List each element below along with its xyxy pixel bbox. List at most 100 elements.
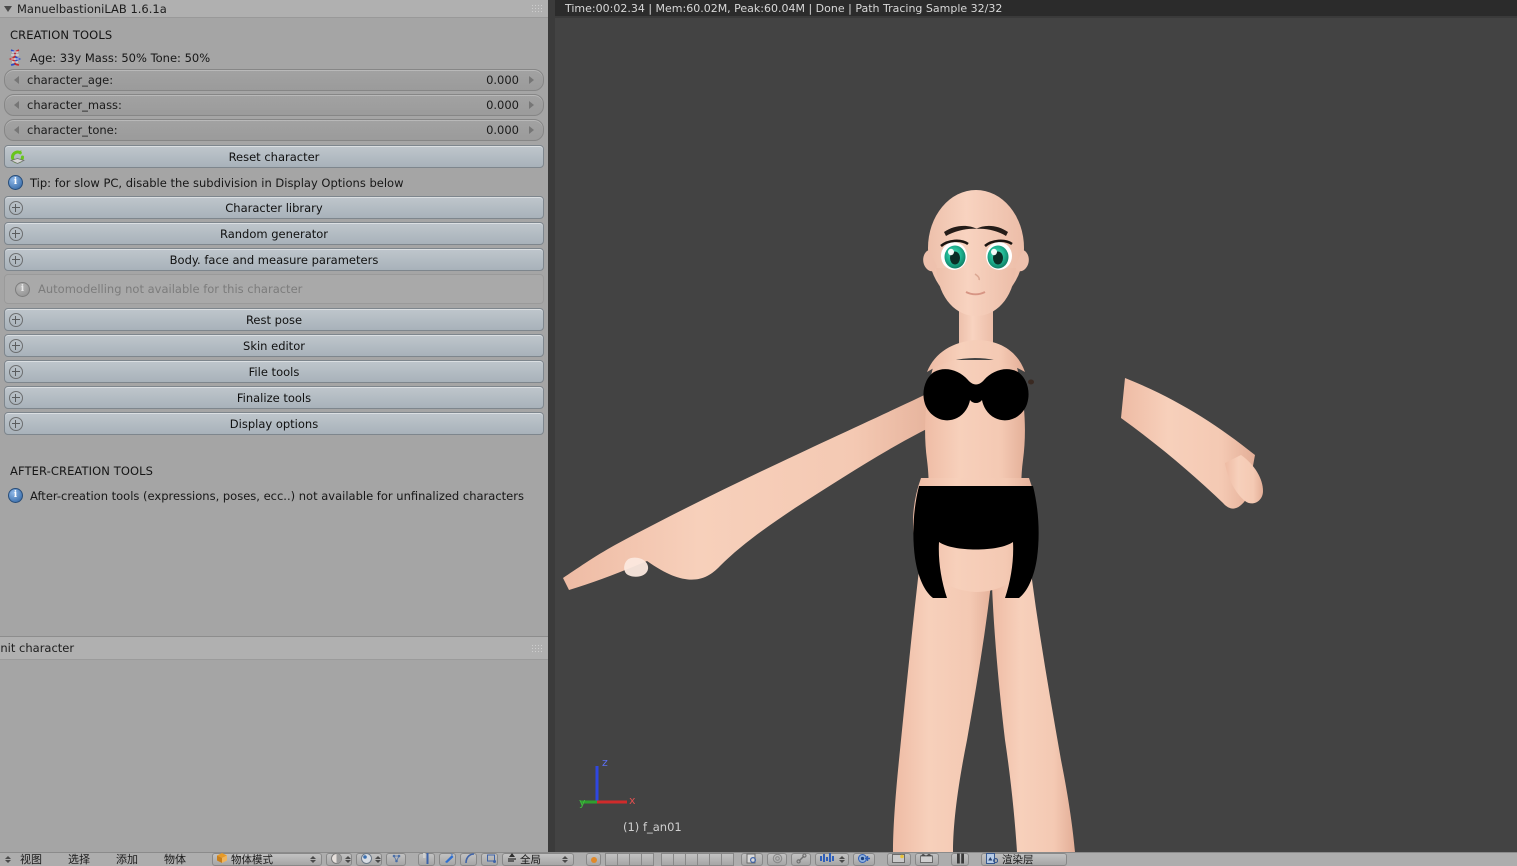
reset-loop-icon [9,148,26,165]
plus-circle-icon[interactable] [9,252,23,267]
globe-plus-icon [858,853,871,866]
mode-selector-label: 物体模式 [231,853,273,866]
proportional-edit-button[interactable] [460,853,477,866]
render-engine-icon [820,853,836,866]
automodelling-notice: i Automodelling not available for this c… [4,274,544,304]
scene-new-button[interactable] [767,853,787,866]
axis-x-label: x [629,794,635,807]
expander-body-face-measure-parameters[interactable]: Body. face and measure parameters [4,248,544,271]
wireframe-icon [391,853,402,866]
pause-button[interactable] [951,853,969,866]
info-icon-disabled: i [15,281,30,297]
slider-character-tone[interactable]: character_tone: 0.000 [4,119,544,141]
transform-orientation-stepper[interactable] [560,853,569,866]
expander-label: Skin editor [243,338,305,353]
menu-select[interactable]: 选择 [68,853,90,866]
expander-skin-editor[interactable]: Skin editor [4,334,544,357]
shading-mode-stepper[interactable] [375,853,381,866]
reset-character-label: Reset character [228,149,320,164]
viewport-header-toolbar[interactable]: 视图 选择 添加 物体 物体模式 全局 渲染层 [0,852,1517,866]
expander-random-generator[interactable]: Random generator [4,222,544,245]
layer-cell[interactable] [641,853,654,866]
shading-sphere-button[interactable] [326,853,352,866]
expander-character-library[interactable]: Character library [4,196,544,219]
scene-link-button[interactable] [791,853,811,866]
info-icon: i [8,175,23,190]
expander-label: Rest pose [245,312,303,327]
init-character-title: Init character [0,641,75,655]
scene-browse-button[interactable] [741,853,763,866]
plus-circle-icon[interactable] [9,390,23,405]
link-icon [796,853,807,866]
add-scene-button[interactable] [853,853,875,866]
menu-view[interactable]: 视图 [20,853,42,866]
3d-viewport[interactable]: Time:00:02.34 | Mem:60.02M, Peak:60.04M … [555,0,1517,852]
slider-value: 0.000 [486,123,519,137]
reset-character-button[interactable]: Reset character [4,145,544,168]
character-model[interactable] [555,0,1517,852]
spiral-icon [772,853,783,866]
plus-circle-icon[interactable] [9,416,23,431]
viewport-shading-button[interactable] [356,853,382,866]
slider-character-mass[interactable]: character_mass: 0.000 [4,94,544,116]
screen-browse-button[interactable] [887,853,911,866]
expander-label: Body. face and measure parameters [169,252,379,267]
expander-finalize-tools[interactable]: Finalize tools [4,386,544,409]
active-object-label: (1) f_an01 [623,820,682,834]
triangle-right-icon[interactable] [529,76,534,84]
expander-label: Display options [229,416,319,431]
triangle-right-icon[interactable] [529,126,534,134]
wireframe-button[interactable] [386,853,406,866]
triangle-left-icon[interactable] [14,101,19,109]
render-engine-selector[interactable] [815,853,849,866]
expander-display-options[interactable]: Display options [4,412,544,435]
plus-circle-icon[interactable] [9,338,23,353]
mode-selector-stepper[interactable] [308,853,317,866]
slider-character-age[interactable]: character_age: 0.000 [4,69,544,91]
slider-label: character_age: [27,73,114,87]
panel-viewport-divider[interactable] [548,0,555,852]
plus-circle-icon[interactable] [9,226,23,241]
menu-add[interactable]: 添加 [116,853,138,866]
tip-text: Tip: for slow PC, disable the subdivisio… [30,175,404,190]
panel-header[interactable]: ManuelbastioniLAB 1.6.1a [0,0,548,18]
init-character-panel: Init character [0,636,548,853]
expander-rest-pose[interactable]: Rest pose [4,308,544,331]
chevron-down-icon[interactable] [4,5,12,12]
screen-icon [892,853,905,866]
render-layer-icon [986,853,999,866]
grip-dots-icon[interactable] [531,4,542,13]
render-layer-selector[interactable]: 渲染层 [981,853,1067,866]
init-character-header[interactable]: Init character [0,637,548,660]
layer-active-button[interactable] [586,853,601,866]
triangle-left-icon[interactable] [14,76,19,84]
triangle-right-icon[interactable] [529,101,534,109]
pivot-button[interactable] [418,853,435,866]
expander-file-tools[interactable]: File tools [4,360,544,383]
beauty-mark [1028,379,1034,385]
plus-circle-icon[interactable] [9,200,23,215]
axis-gizmo: z x y [579,756,635,809]
axis-z-label: z [602,756,608,769]
mode-selector[interactable]: 物体模式 [212,853,322,866]
render-engine-stepper[interactable] [839,853,845,866]
snap-magnet-button[interactable] [439,853,456,866]
layer-cell[interactable] [721,853,734,866]
shading-stepper[interactable] [345,853,351,866]
transform-orientation-icon-button[interactable] [481,853,498,866]
shading-sphere-icon [331,853,342,866]
screen-layout-button[interactable] [915,853,939,866]
scene-icon [746,853,757,866]
triangle-left-icon[interactable] [14,126,19,134]
plus-circle-icon[interactable] [9,312,23,327]
transform-orientation-selector[interactable]: 全局 [502,853,574,866]
menu-object[interactable]: 物体 [164,853,186,866]
grip-dots-icon[interactable] [531,644,542,653]
expander-label: File tools [248,364,300,379]
slider-label: character_mass: [27,98,122,112]
editor-type-stepper[interactable] [3,853,12,866]
clapperboard-icon [920,853,933,866]
plus-circle-icon[interactable] [9,364,23,379]
after-creation-tools-label: AFTER-CREATION TOOLS [10,464,154,478]
